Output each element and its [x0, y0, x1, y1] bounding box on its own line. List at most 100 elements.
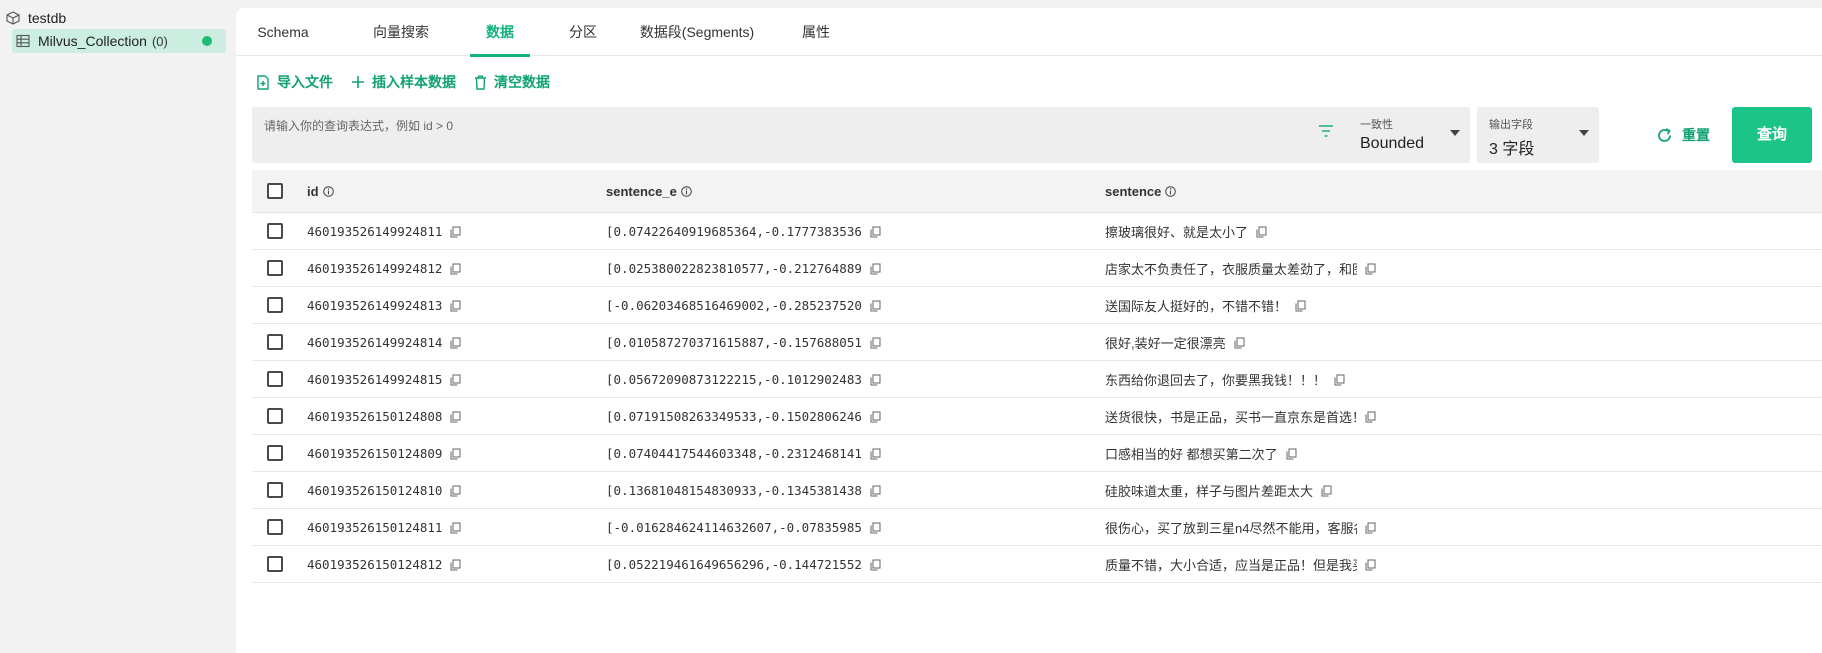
id-cell: 460193526150124810 — [307, 472, 461, 509]
table-row: 460193526150124808 [0.07191508263349533,… — [252, 398, 1822, 435]
copy-icon[interactable] — [450, 226, 461, 238]
id-cell: 460193526149924813 — [307, 287, 461, 324]
query-expression-box — [252, 107, 1357, 163]
table-body: 460193526149924811 [0.07422640919685364,… — [252, 213, 1822, 583]
info-icon — [1165, 186, 1177, 197]
tab-bar: Schema 向量搜索 数据 分区 数据段(Segments) 属性 — [236, 8, 1822, 57]
sentence-cell: 擦玻璃很好、就是太小了 — [1105, 213, 1267, 250]
copy-icon[interactable] — [870, 485, 881, 497]
vector-value: [0.052219461649656296,-0.144721552... — [606, 557, 862, 572]
tab-data[interactable]: 数据 — [470, 8, 530, 57]
trash-icon — [475, 75, 486, 90]
copy-icon[interactable] — [450, 485, 461, 497]
row-checkbox[interactable] — [267, 519, 283, 535]
id-cell: 460193526150124809 — [307, 435, 461, 472]
vector-cell: [0.025380022823810577,-0.212764889... — [606, 250, 881, 287]
copy-icon[interactable] — [450, 374, 461, 386]
copy-icon[interactable] — [450, 448, 461, 460]
query-expression-input[interactable] — [264, 117, 1314, 135]
sentence-value: 很伤心，买了放到三星n4尽然不能用，客服各... — [1105, 521, 1357, 536]
copy-icon[interactable] — [450, 337, 461, 349]
copy-icon[interactable] — [450, 411, 461, 423]
vector-cell: [0.07191508263349533,-0.1502806246... — [606, 398, 881, 435]
copy-icon[interactable] — [450, 263, 461, 275]
copy-icon[interactable] — [1365, 522, 1376, 534]
database-item[interactable]: testdb — [6, 8, 66, 28]
sentence-value: 很好,装好一定很漂亮 — [1105, 336, 1226, 351]
data-actions: 导入文件 插入样本数据 清空数据 — [256, 70, 568, 94]
tab-schema[interactable]: Schema — [254, 8, 312, 56]
id-value: 460193526150124811 — [307, 520, 443, 535]
vector-cell: [0.13681048154830933,-0.1345381438... — [606, 472, 881, 509]
copy-icon[interactable] — [1365, 411, 1376, 423]
row-checkbox[interactable] — [267, 408, 283, 424]
copy-icon[interactable] — [870, 337, 881, 349]
copy-icon[interactable] — [1334, 374, 1345, 386]
row-checkbox[interactable] — [267, 297, 283, 313]
refresh-icon — [1658, 127, 1671, 142]
column-header-sentence[interactable]: sentence — [1105, 170, 1177, 213]
clear-data-label: 清空数据 — [494, 74, 550, 90]
insert-sample-button[interactable]: 插入样本数据 — [351, 72, 456, 92]
copy-icon[interactable] — [870, 448, 881, 460]
copy-icon[interactable] — [870, 300, 881, 312]
id-value: 460193526149924814 — [307, 335, 443, 350]
copy-icon[interactable] — [450, 559, 461, 571]
id-cell: 460193526149924811 — [307, 213, 461, 250]
filter-icon[interactable] — [1318, 124, 1334, 138]
collection-item[interactable]: Milvus_Collection (0) — [12, 29, 226, 53]
row-checkbox[interactable] — [267, 482, 283, 498]
id-value: 460193526149924815 — [307, 372, 443, 387]
sentence-cell: 东西给你退回去了，你要黑我钱！！！ — [1105, 361, 1345, 398]
insert-sample-label: 插入样本数据 — [372, 74, 456, 90]
vector-cell: [0.010587270371615887,-0.157688051... — [606, 324, 881, 361]
copy-icon[interactable] — [1321, 485, 1332, 497]
row-checkbox[interactable] — [267, 445, 283, 461]
row-checkbox[interactable] — [267, 260, 283, 276]
copy-icon[interactable] — [870, 226, 881, 238]
copy-icon[interactable] — [1365, 559, 1376, 571]
row-checkbox[interactable] — [267, 371, 283, 387]
copy-icon[interactable] — [870, 411, 881, 423]
reset-button[interactable]: 重置 — [1656, 123, 1710, 147]
chevron-down-icon — [1450, 130, 1460, 136]
collection-name: Milvus_Collection — [38, 33, 147, 49]
consistency-value: Bounded — [1360, 135, 1425, 152]
tab-segments[interactable]: 数据段(Segments) — [638, 8, 756, 56]
vector-cell: [0.07404417544603348,-0.2312468141... — [606, 435, 881, 472]
copy-icon[interactable] — [870, 522, 881, 534]
consistency-label: 一致性 — [1360, 119, 1393, 131]
copy-icon[interactable] — [870, 374, 881, 386]
row-checkbox[interactable] — [267, 223, 283, 239]
id-cell: 460193526149924815 — [307, 361, 461, 398]
copy-icon[interactable] — [450, 522, 461, 534]
sentence-value: 送货很快，书是正品，买书一直京东是首选！ — [1105, 410, 1357, 425]
select-all-checkbox[interactable] — [267, 183, 283, 199]
column-header-sentence-e[interactable]: sentence_e — [606, 170, 692, 213]
output-fields-select[interactable]: 输出字段 3 字段 — [1477, 107, 1599, 163]
tab-properties[interactable]: 属性 — [800, 8, 832, 56]
copy-icon[interactable] — [1295, 300, 1306, 312]
vector-value: [0.13681048154830933,-0.1345381438... — [606, 483, 862, 498]
copy-icon[interactable] — [870, 263, 881, 275]
consistency-select[interactable]: 一致性 Bounded — [1348, 107, 1470, 163]
tab-partitions[interactable]: 分区 — [567, 8, 599, 56]
copy-icon[interactable] — [1256, 226, 1267, 238]
table-row: 460193526149924815 [0.05672090873122215,… — [252, 361, 1822, 398]
column-header-label: sentence — [1105, 184, 1162, 199]
query-button[interactable]: 查询 — [1732, 107, 1812, 163]
id-cell: 460193526150124812 — [307, 546, 461, 583]
copy-icon[interactable] — [1234, 337, 1245, 349]
column-header-id[interactable]: id — [307, 170, 334, 213]
table-header: id sentence_e sentence — [252, 170, 1822, 213]
import-file-button[interactable]: 导入文件 — [256, 72, 333, 92]
copy-icon[interactable] — [870, 559, 881, 571]
row-checkbox[interactable] — [267, 556, 283, 572]
tab-vector-search[interactable]: 向量搜索 — [372, 8, 430, 56]
copy-icon[interactable] — [1286, 448, 1297, 460]
copy-icon[interactable] — [1365, 263, 1376, 275]
sentence-cell: 很好,装好一定很漂亮 — [1105, 324, 1245, 361]
clear-data-button[interactable]: 清空数据 — [474, 72, 550, 92]
row-checkbox[interactable] — [267, 334, 283, 350]
copy-icon[interactable] — [450, 300, 461, 312]
